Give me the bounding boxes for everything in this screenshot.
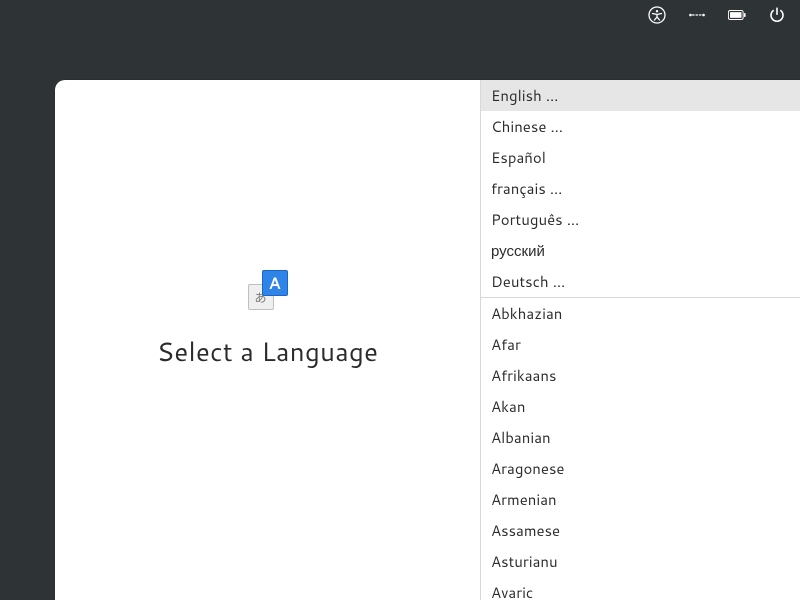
language-item[interactable]: Albanian	[481, 422, 800, 453]
language-selector-window: あ A Select a Language English … Chinese …	[55, 80, 800, 600]
language-item[interactable]: Español	[481, 142, 800, 173]
language-item[interactable]: русский	[481, 235, 800, 266]
language-item[interactable]: français …	[481, 173, 800, 204]
language-item[interactable]: Chinese …	[481, 111, 800, 142]
top-bar	[0, 0, 800, 30]
language-icon-front-glyph: A	[262, 270, 288, 296]
language-item[interactable]: Deutsch …	[481, 266, 800, 297]
language-list[interactable]: English … Chinese … Español français … P…	[481, 80, 800, 600]
language-item[interactable]: Armenian	[481, 484, 800, 515]
language-item[interactable]: Afrikaans	[481, 360, 800, 391]
language-list-pane: English … Chinese … Español français … P…	[480, 80, 800, 600]
accessibility-icon[interactable]	[648, 6, 666, 24]
language-icon: あ A	[248, 270, 288, 310]
language-item[interactable]: Aragonese	[481, 453, 800, 484]
language-item[interactable]: Avaric	[481, 577, 800, 600]
desktop-background	[0, 30, 800, 80]
left-pane: あ A Select a Language	[55, 80, 480, 600]
language-item[interactable]: Assamese	[481, 515, 800, 546]
language-item[interactable]: Asturianu	[481, 546, 800, 577]
power-icon[interactable]	[768, 6, 786, 24]
language-item[interactable]: Akan	[481, 391, 800, 422]
language-item[interactable]: Afar	[481, 329, 800, 360]
language-item[interactable]: Português …	[481, 204, 800, 235]
battery-icon[interactable]	[728, 6, 746, 24]
page-title: Select a Language	[157, 334, 378, 370]
language-item[interactable]: English …	[481, 80, 800, 111]
network-icon[interactable]	[688, 6, 706, 24]
language-item[interactable]: Abkhazian	[481, 298, 800, 329]
